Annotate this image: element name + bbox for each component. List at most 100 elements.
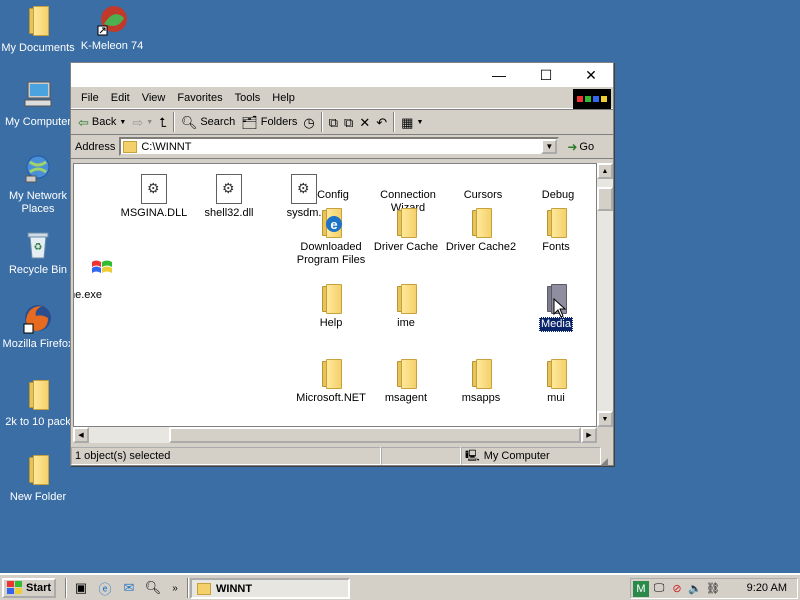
taskbar: Start ▣ ⓔ ✉ 🔍︎ » WINNT M 🖵 ⊘ 🔈 ⛓ 9:20 AM <box>0 573 800 600</box>
folder-item-label: ime <box>397 317 415 329</box>
folder-item[interactable]: mui <box>516 359 596 405</box>
folder-icon <box>123 140 138 153</box>
windows-logo-icon <box>7 581 22 594</box>
folder-item[interactable]: Config <box>293 164 373 202</box>
start-label: Start <box>26 582 52 594</box>
forward-button[interactable]: ⇨ ▼ <box>129 111 156 133</box>
up-folder-button[interactable]: ⮤ <box>156 111 170 133</box>
folder-item[interactable]: Microsoft.NET <box>291 359 371 405</box>
start-button[interactable]: Start <box>2 578 56 598</box>
address-input[interactable]: C:\WINNT ▼ <box>119 137 560 156</box>
undo-button[interactable]: ↶ <box>373 111 390 133</box>
folder-item-label: Downloaded Program Files <box>296 241 366 266</box>
folder-item[interactable]: Help <box>291 284 371 330</box>
folder-item-label: Help <box>319 317 343 329</box>
maximize-button[interactable]: ☐ <box>526 65 566 85</box>
k-meleon-icon <box>97 6 127 36</box>
dll-file-icon <box>141 174 167 204</box>
scroll-up-button[interactable]: ▲ <box>597 163 613 179</box>
desktop-icon-firefox[interactable]: Mozilla Firefox <box>0 302 76 351</box>
dll-file-icon <box>216 174 242 204</box>
taskbar-clock[interactable]: 9:20 AM <box>747 582 787 594</box>
move-to-button[interactable]: ⧉ <box>326 111 341 133</box>
toolbar-separator <box>320 112 323 132</box>
file-item[interactable]: MSGINA.DLL <box>114 174 194 220</box>
desktop-icon-k-meleon[interactable]: K-Meleon 74 <box>74 4 150 53</box>
svg-text:♻: ♻ <box>34 242 43 253</box>
folder-item[interactable]: Driver Cache <box>366 208 446 254</box>
resize-grip-icon[interactable]: ◢ <box>601 456 613 467</box>
file-list-pane[interactable]: MSGINA.DLL shell32.dll sysdm. me.exe Con… <box>73 163 597 427</box>
desktop-icon-my-computer[interactable]: My Computer <box>0 80 76 129</box>
vertical-scroll-thumb[interactable] <box>597 187 613 211</box>
menu-view[interactable]: View <box>136 92 172 104</box>
menu-edit[interactable]: Edit <box>105 92 136 104</box>
vertical-scrollbar[interactable]: ▲ ▼ <box>597 163 613 427</box>
scroll-down-button[interactable]: ▼ <box>597 411 613 427</box>
history-button[interactable]: ◷ <box>300 111 317 133</box>
desktop-icon-recycle-bin[interactable]: ♻ Recycle Bin <box>0 228 76 277</box>
folder-item[interactable]: ime <box>366 284 446 330</box>
folder-icon <box>470 359 492 389</box>
desktop-icon-new-folder[interactable]: New Folder <box>0 455 76 504</box>
folders-button[interactable]: 🗂︎ Folders <box>238 111 300 133</box>
minimize-button[interactable]: — <box>479 65 519 85</box>
folder-icon <box>395 359 417 389</box>
go-button[interactable]: ➜ Go <box>567 140 594 154</box>
status-selected-count: 1 object(s) selected <box>71 447 381 465</box>
folder-item-label: Media <box>539 317 573 332</box>
horizontal-scroll-thumb[interactable] <box>169 427 581 443</box>
menu-file[interactable]: File <box>75 92 105 104</box>
desktop-icon-my-documents[interactable]: My Documents <box>0 6 76 55</box>
folder-item-label: Driver Cache <box>373 241 439 253</box>
desktop-icon-network-places[interactable]: My Network Places <box>0 154 76 216</box>
tray-monitor-icon[interactable]: 🖵 <box>651 581 667 597</box>
scroll-right-button[interactable]: ▶ <box>581 427 597 443</box>
menu-tools[interactable]: Tools <box>229 92 267 104</box>
folder-item[interactable]: e Downloaded Program Files <box>291 208 371 267</box>
folder-item[interactable]: Debug <box>518 164 596 202</box>
folder-item[interactable]: msapps <box>441 359 521 405</box>
folder-item[interactable]: Driver Cache2 <box>441 208 521 254</box>
show-desktop-icon[interactable]: ▣ <box>72 579 90 597</box>
menu-favorites[interactable]: Favorites <box>171 92 228 104</box>
address-dropdown-button[interactable]: ▼ <box>541 139 558 154</box>
tray-volume-icon[interactable]: 🔈 <box>687 581 703 597</box>
file-item[interactable]: shell32.dll <box>189 174 269 220</box>
taskbar-button-winnt[interactable]: WINNT <box>190 578 350 599</box>
folder-item[interactable]: msagent <box>366 359 446 405</box>
outlook-icon[interactable]: ✉ <box>120 579 138 597</box>
search-icon: 🔍︎ <box>180 114 198 130</box>
scroll-left-button[interactable]: ◀ <box>73 427 89 443</box>
copy-to-button[interactable]: ⧉ <box>341 111 356 133</box>
folder-item[interactable]: Fonts <box>516 208 596 254</box>
address-value: C:\WINNT <box>141 140 192 153</box>
desktop-icon-label: Recycle Bin <box>8 264 68 276</box>
tray-network-icon[interactable]: ⛓ <box>705 581 721 597</box>
ie-icon[interactable]: ⓔ <box>96 579 114 597</box>
tray-app-icon[interactable]: M <box>633 580 649 597</box>
folder-item-label: Driver Cache2 <box>445 241 517 253</box>
tray-red-icon[interactable]: ⊘ <box>669 581 685 597</box>
quick-launch-overflow-icon[interactable]: » <box>166 579 184 597</box>
menu-help[interactable]: Help <box>266 92 301 104</box>
go-arrow-icon: ➜ <box>567 139 578 154</box>
chevron-down-icon: ▼ <box>146 118 154 126</box>
back-button[interactable]: ⇦ Back ▼ <box>75 111 129 133</box>
chevron-left-icon: ◀ <box>78 432 84 439</box>
folder-item-label: Debug <box>541 189 575 201</box>
search-button[interactable]: 🔍︎ Search <box>178 111 238 133</box>
title-bar[interactable]: — ☐ ✕ <box>71 63 613 87</box>
file-item[interactable]: me.exe <box>74 256 124 302</box>
views-button[interactable]: ▦ ▼ <box>398 111 426 133</box>
horizontal-scrollbar[interactable]: ◀ ▶ <box>73 427 597 443</box>
folder-item[interactable]: Cursors <box>443 164 523 202</box>
delete-button[interactable]: ✕ <box>356 111 373 133</box>
ie-folder-icon: e <box>320 208 342 238</box>
desktop-icon-2k-to-10-pack[interactable]: 2k to 10 pack <box>0 380 76 429</box>
explorer-icon[interactable]: 🔍︎ <box>144 579 162 597</box>
close-button[interactable]: ✕ <box>571 65 611 85</box>
copy-to-icon: ⧉ <box>344 114 354 130</box>
folder-item-label: Config <box>317 189 349 201</box>
taskbar-separator <box>65 578 67 598</box>
